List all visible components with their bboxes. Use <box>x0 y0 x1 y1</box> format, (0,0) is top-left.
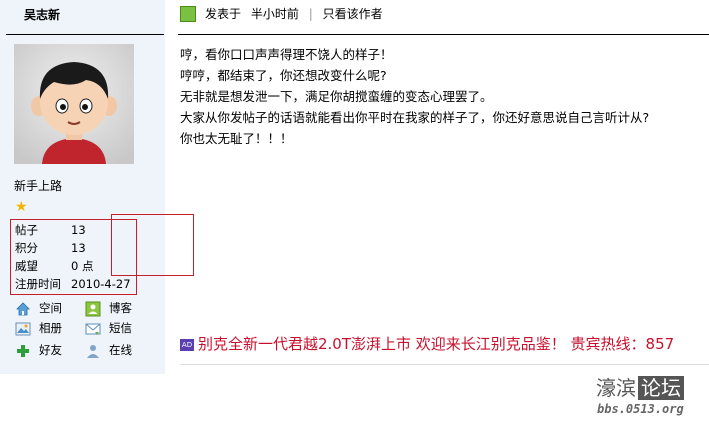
action-label: 在线 <box>109 343 132 357</box>
stat-label: 威望 <box>15 259 38 273</box>
action-online-status[interactable]: 在线 <box>85 341 132 359</box>
rank-star-icon: ★ <box>15 199 28 215</box>
action-label: 空间 <box>39 301 62 315</box>
author-username[interactable]: 吴志新 <box>24 6 60 23</box>
highlight-box <box>111 214 194 276</box>
stat-value: 2010-4-27 <box>71 277 131 291</box>
action-label: 相册 <box>39 321 62 335</box>
online-user-icon <box>85 343 101 359</box>
action-label: 好友 <box>39 343 62 357</box>
watermark-name: 濠滨 <box>596 376 636 400</box>
stat-label: 积分 <box>15 241 38 255</box>
action-space-link[interactable]: 空间 <box>15 299 62 317</box>
post-footer-divider <box>180 364 709 365</box>
post-header-divider <box>178 34 709 35</box>
ad-banner-link[interactable]: AD 别克全新一代君越2.0T澎湃上市 欢迎来长江别克品鉴！ 贵宾热线：857 <box>180 334 674 354</box>
action-label: 短信 <box>109 321 132 335</box>
stat-value: 0 点 <box>71 259 94 273</box>
avatar[interactable] <box>14 44 134 164</box>
action-blog-link[interactable]: 博客 <box>85 299 132 317</box>
add-friend-icon <box>15 343 31 359</box>
action-message-link[interactable]: 短信 <box>85 319 132 337</box>
post-line: 哼，看你口口声声得理不饶人的样子！ <box>180 47 393 62</box>
stat-label: 帖子 <box>15 223 38 237</box>
only-author-link[interactable]: 只看该作者 <box>323 7 383 21</box>
message-icon <box>85 321 101 337</box>
post-line: 大家从你发帖子的话语就能看出你平时在我家的样子了，你还好意思说自己言听计从? <box>180 110 650 125</box>
username-divider <box>6 34 164 35</box>
post-line: 哼哼，都结束了，你还想改变什么呢? <box>180 68 387 83</box>
posted-time: 半小时前 <box>250 7 299 21</box>
posted-prefix: 发表于 <box>205 7 242 21</box>
action-album-link[interactable]: 相册 <box>15 319 62 337</box>
post-meta: 发表于 半小时前 | 只看该作者 <box>205 6 383 22</box>
watermark-url: bbs.0513.org <box>597 402 684 416</box>
avatar-cartoon-image <box>14 44 134 164</box>
action-label: 博客 <box>109 301 132 315</box>
stat-value: 13 <box>71 223 86 237</box>
author-sidebar: 吴志新 新手上路 ★ <box>0 0 165 374</box>
stat-label: 注册时间 <box>15 277 61 291</box>
post-author-icon <box>180 6 196 22</box>
forum-watermark: 濠滨 论坛 <box>596 376 684 400</box>
ad-text: 别克全新一代君越2.0T澎湃上市 欢迎来长江别克品鉴！ 贵宾热线：857 <box>198 335 675 353</box>
post-line: 你也太无耻了！！！ <box>180 131 293 146</box>
post-content: 哼，看你口口声声得理不饶人的样子！ 哼哼，都结束了，你还想改变什么呢? 无非就是… <box>180 44 649 149</box>
post-line: 无非就是想发泄一下，满足你胡搅蛮缠的变态心理罢了。 <box>180 89 493 104</box>
author-rank: 新手上路 <box>14 179 63 193</box>
album-icon <box>15 321 31 337</box>
home-icon <box>15 301 31 317</box>
watermark-boxed: 论坛 <box>638 376 684 400</box>
blog-icon <box>85 301 101 317</box>
action-add-friend-link[interactable]: 好友 <box>15 341 62 359</box>
meta-separator: | <box>308 7 313 21</box>
stat-value: 13 <box>71 241 86 255</box>
ad-badge-icon: AD <box>180 338 194 351</box>
